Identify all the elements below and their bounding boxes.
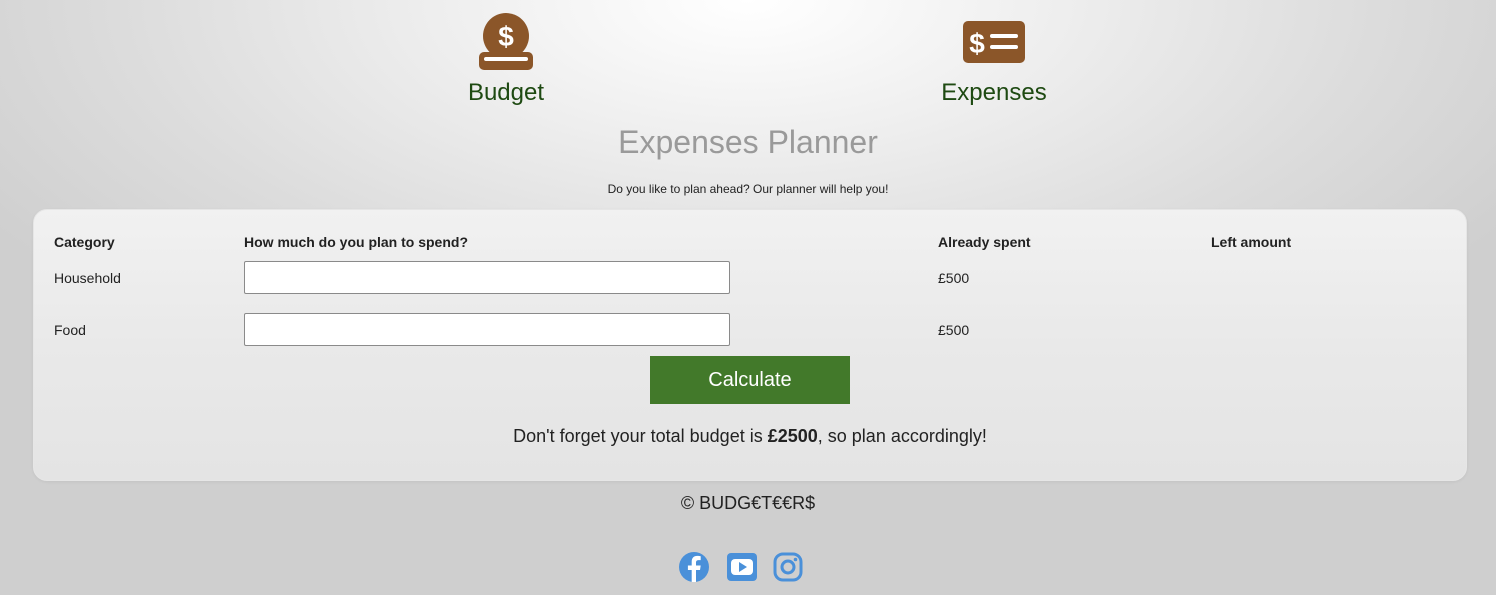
nav-expenses[interactable]: $ Expenses	[914, 12, 1074, 107]
instagram-icon[interactable]	[772, 551, 804, 583]
svg-text:$: $	[969, 28, 985, 59]
total-budget-amount: £2500	[767, 426, 818, 446]
household-plan-input[interactable]	[244, 261, 730, 294]
nav-budget[interactable]: $ Budget	[426, 12, 586, 107]
page-subtitle: Do you like to plan ahead? Our planner w…	[607, 182, 889, 196]
reminder-suffix: , so plan accordingly!	[817, 426, 987, 446]
column-header-category: Category	[54, 234, 115, 250]
calculate-button[interactable]: Calculate	[650, 356, 850, 404]
row-household-spent: £500	[938, 270, 970, 286]
svg-text:$: $	[498, 21, 514, 52]
row-food-spent: £500	[938, 322, 970, 338]
social-links	[678, 551, 804, 583]
nav-expenses-label: Expenses	[941, 79, 1047, 106]
page-title: Expenses Planner	[618, 124, 878, 160]
top-navigation: $ Budget $ Expenses	[0, 0, 1496, 112]
column-header-plan: How much do you plan to spend?	[244, 234, 468, 250]
row-household-category: Household	[54, 270, 121, 286]
facebook-icon[interactable]	[678, 551, 710, 583]
column-header-spent: Already spent	[938, 234, 1031, 250]
youtube-icon[interactable]	[726, 551, 758, 583]
nav-budget-label: Budget	[467, 79, 545, 106]
money-list-icon: $	[963, 21, 1025, 63]
row-food-category: Food	[54, 322, 86, 338]
reminder-prefix: Don't forget your total budget is	[513, 426, 768, 446]
footer-copyright: © BUDG€T€€R$	[680, 493, 816, 513]
budget-reminder: Don't forget your total budget is £2500,…	[34, 426, 1466, 447]
food-plan-input[interactable]	[244, 313, 730, 346]
dollar-coin-icon: $	[479, 13, 533, 70]
planner-card: Category How much do you plan to spend? …	[33, 209, 1467, 481]
column-header-left: Left amount	[1211, 234, 1292, 250]
